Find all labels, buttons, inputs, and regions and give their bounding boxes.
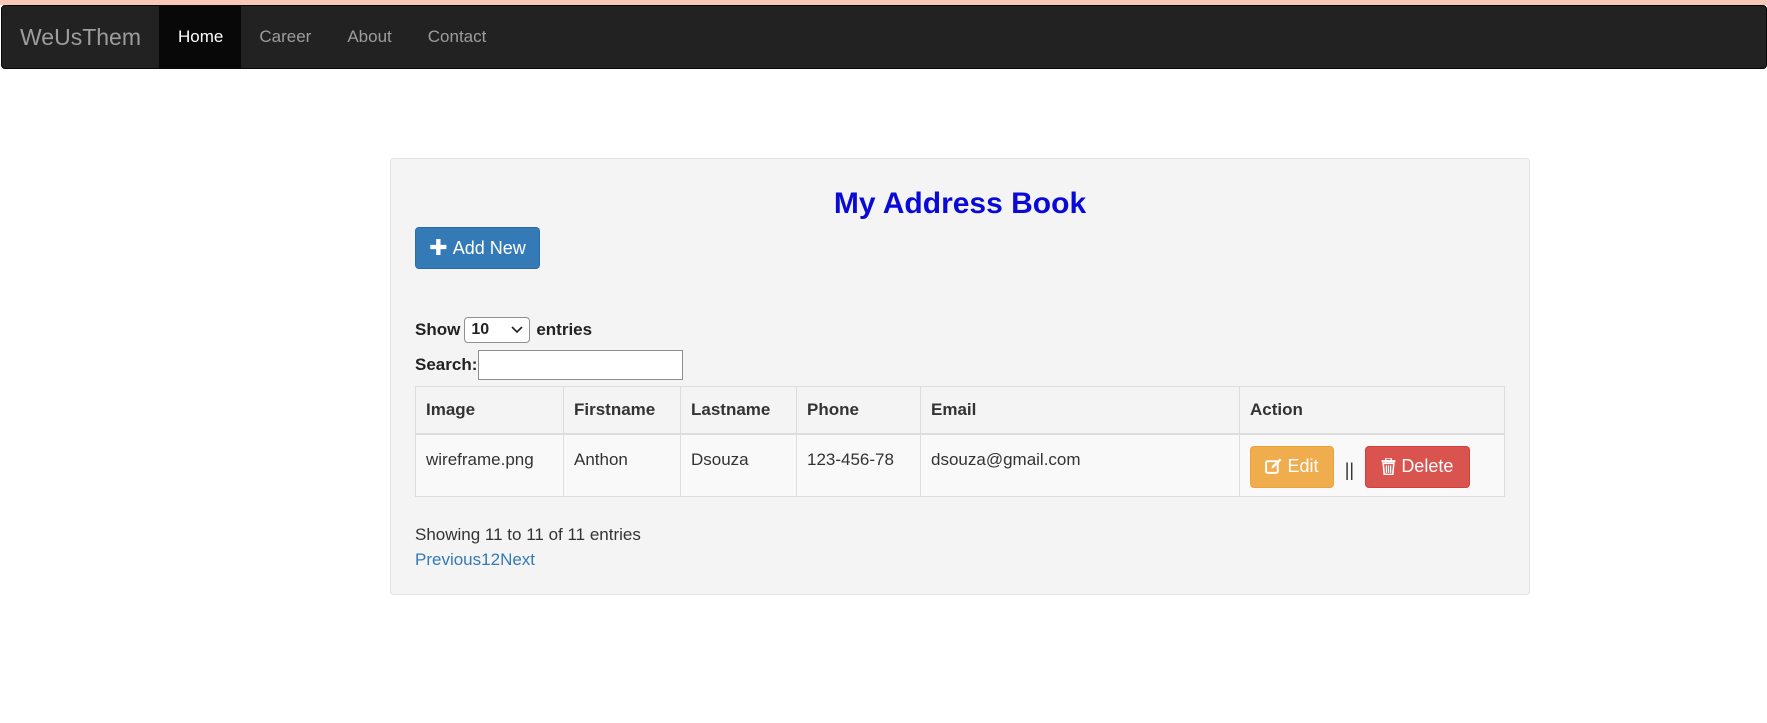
- trash-icon: [1381, 458, 1396, 475]
- pagination-page-2[interactable]: 2: [491, 550, 500, 569]
- page-title: My Address Book: [833, 187, 1087, 220]
- navbar: WeUsThem Home Career About Contact: [1, 5, 1767, 69]
- cell-firstname: Anthon: [563, 433, 681, 497]
- entries-length-control: Show 10 entries: [415, 316, 592, 344]
- delete-button[interactable]: Delete: [1364, 445, 1470, 488]
- table-row: wireframe.png Anthon Dsouza 123-456-78 d…: [415, 433, 1505, 497]
- add-new-label: Add New: [452, 237, 526, 258]
- search-input[interactable]: [478, 350, 684, 380]
- chevron-down-icon: [511, 323, 523, 337]
- column-header-lastname[interactable]: Lastname: [680, 386, 797, 435]
- edit-icon: [1265, 458, 1282, 475]
- pagination-page-1[interactable]: 1: [481, 550, 490, 569]
- search-label: Search:: [415, 355, 478, 374]
- address-table: Image Firstname Lastname Phone Email Act…: [415, 386, 1505, 497]
- pagination-next[interactable]: Next: [500, 550, 535, 569]
- entries-label: entries: [536, 320, 593, 339]
- address-book-panel: My Address Book ✚ Add New Show 10 entrie…: [390, 158, 1530, 595]
- column-header-email[interactable]: Email: [920, 386, 1240, 435]
- search-control: Search:: [415, 349, 684, 381]
- entries-select[interactable]: 10: [464, 317, 531, 343]
- nav-about[interactable]: About: [329, 6, 409, 68]
- edit-button[interactable]: Edit: [1250, 445, 1334, 488]
- column-header-action[interactable]: Action: [1239, 386, 1505, 435]
- nav-home[interactable]: Home: [159, 6, 242, 68]
- add-new-button[interactable]: ✚ Add New: [415, 227, 540, 269]
- plus-icon: ✚: [429, 235, 448, 260]
- brand-link[interactable]: WeUsThem: [2, 6, 159, 68]
- nav-career[interactable]: Career: [241, 6, 329, 68]
- column-header-image[interactable]: Image: [415, 386, 564, 435]
- table-header-row: Image Firstname Lastname Phone Email Act…: [415, 386, 1505, 435]
- delete-label: Delete: [1401, 456, 1454, 476]
- cell-lastname: Dsouza: [680, 433, 797, 497]
- nav-contact[interactable]: Contact: [410, 6, 505, 68]
- table-info: Showing 11 to 11 of 11 entries: [415, 525, 641, 544]
- edit-label: Edit: [1287, 456, 1319, 476]
- column-header-firstname[interactable]: Firstname: [563, 386, 681, 435]
- show-label: Show: [415, 320, 461, 339]
- action-separator: ||: [1344, 460, 1355, 481]
- entries-select-value: 10: [471, 321, 490, 338]
- cell-email: dsouza@gmail.com: [920, 433, 1240, 497]
- pagination-previous[interactable]: Previous: [415, 550, 481, 569]
- cell-image: wireframe.png: [415, 433, 564, 497]
- column-header-phone[interactable]: Phone: [796, 386, 921, 435]
- cell-phone: 123-456-78: [796, 433, 921, 497]
- pagination: Previous12Next: [415, 550, 535, 570]
- cell-action: Edit || Delete: [1239, 433, 1505, 497]
